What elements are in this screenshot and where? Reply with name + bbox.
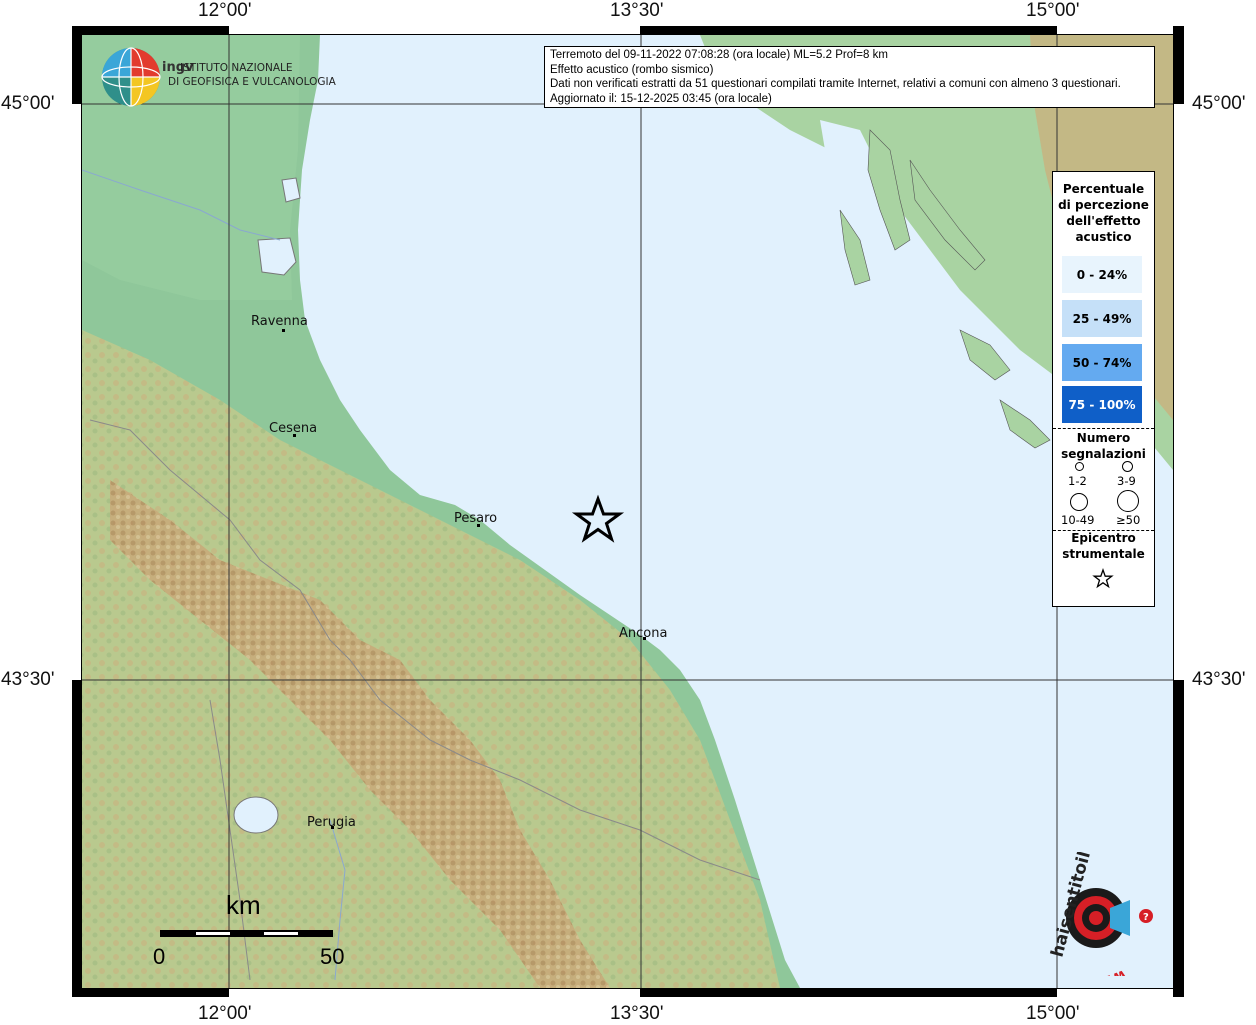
svg-text:?: ? [1143,912,1149,923]
legend-divider-1 [1053,428,1154,429]
lat-label-left-2: 43°30' [1,669,55,690]
lat-label-right-2: 43°30' [1192,669,1246,690]
legend-epicenter-title: Epicentro strumentale [1062,531,1145,561]
event-info-box: Terremoto del 09-11-2022 07:08:28 (ora l… [544,46,1155,108]
city-marker-ancona [643,637,646,640]
haisentito-www: www. [1082,966,1128,976]
ingv-org-line2: DI GEOFISICA E VULCANOLOGIA [168,76,336,88]
count-label-3-9: 3-9 [1117,474,1136,488]
lon-label-bottom-3: 15°00' [1026,1003,1080,1024]
city-marker-pesaro [477,524,480,527]
scale-start: 0 [153,944,166,969]
lat-label-left-1: 45°00' [1,93,55,114]
city-marker-perugia [331,826,334,829]
data-note: Dati non verificati estratti da 51 quest… [550,78,1121,91]
lon-label-top-2: 13°30' [610,0,664,21]
lon-label-top-3: 15°00' [1026,0,1080,21]
legend-count-title: Numero segnalazioni [1061,431,1146,461]
ingv-logo: ingv ISTITUTO NAZIONALE DI GEOFISICA E V… [100,46,336,112]
legend-class-75-100: 75 - 100% [1062,386,1142,423]
globe-icon [101,47,161,107]
legend-class-50-74: 50 - 74% [1062,344,1142,381]
lat-label-right-1: 45°00' [1192,93,1246,114]
count-circle-xlarge [1117,490,1139,512]
lon-label-bottom-1: 12°00' [198,1003,252,1024]
count-circle-medium [1122,461,1133,472]
city-marker-cesena [293,434,296,437]
scale-bar [160,930,333,937]
count-circle-large [1070,493,1088,511]
lon-label-top-1: 12°00' [198,0,252,21]
legend-class-25-49: 25 - 49% [1062,300,1142,337]
count-circle-small [1075,462,1084,471]
update-time: Aggiornato il: 15-12-2025 03:45 (ora loc… [550,92,772,105]
city-pesaro: Pesaro [454,511,498,526]
scale-end: 50 [320,944,345,969]
effect-type: Effetto acustico (rombo sismico) [550,63,714,76]
legend-class-0-24: 0 - 24% [1062,256,1142,293]
ingv-org-line1: ISTITUTO NAZIONALE [180,62,293,74]
count-label-50-plus: ≥50 [1116,513,1141,527]
lake-trasimeno [233,796,279,834]
city-ravenna: Ravenna [251,314,308,329]
legend-epicenter-star-icon [1092,568,1114,589]
count-label-1-2: 1-2 [1068,474,1087,488]
city-marker-ravenna [282,329,285,332]
haisentito-icon: ? haisentitoilterremoto.it www. [1048,736,1153,996]
lon-label-bottom-2: 13°30' [610,1003,664,1024]
map-legend: Percentuale di percezione dell'effetto a… [1052,171,1155,607]
event-title: Terremoto del 09-11-2022 07:08:28 (ora l… [550,49,888,61]
scale-unit: km [226,890,261,920]
haisentito-logo: ? haisentitoilterremoto.it www. [1032,736,1162,996]
legend-title: Percentuale di percezione dell'effetto a… [1058,182,1149,244]
count-label-10-49: 10-49 [1061,513,1095,527]
